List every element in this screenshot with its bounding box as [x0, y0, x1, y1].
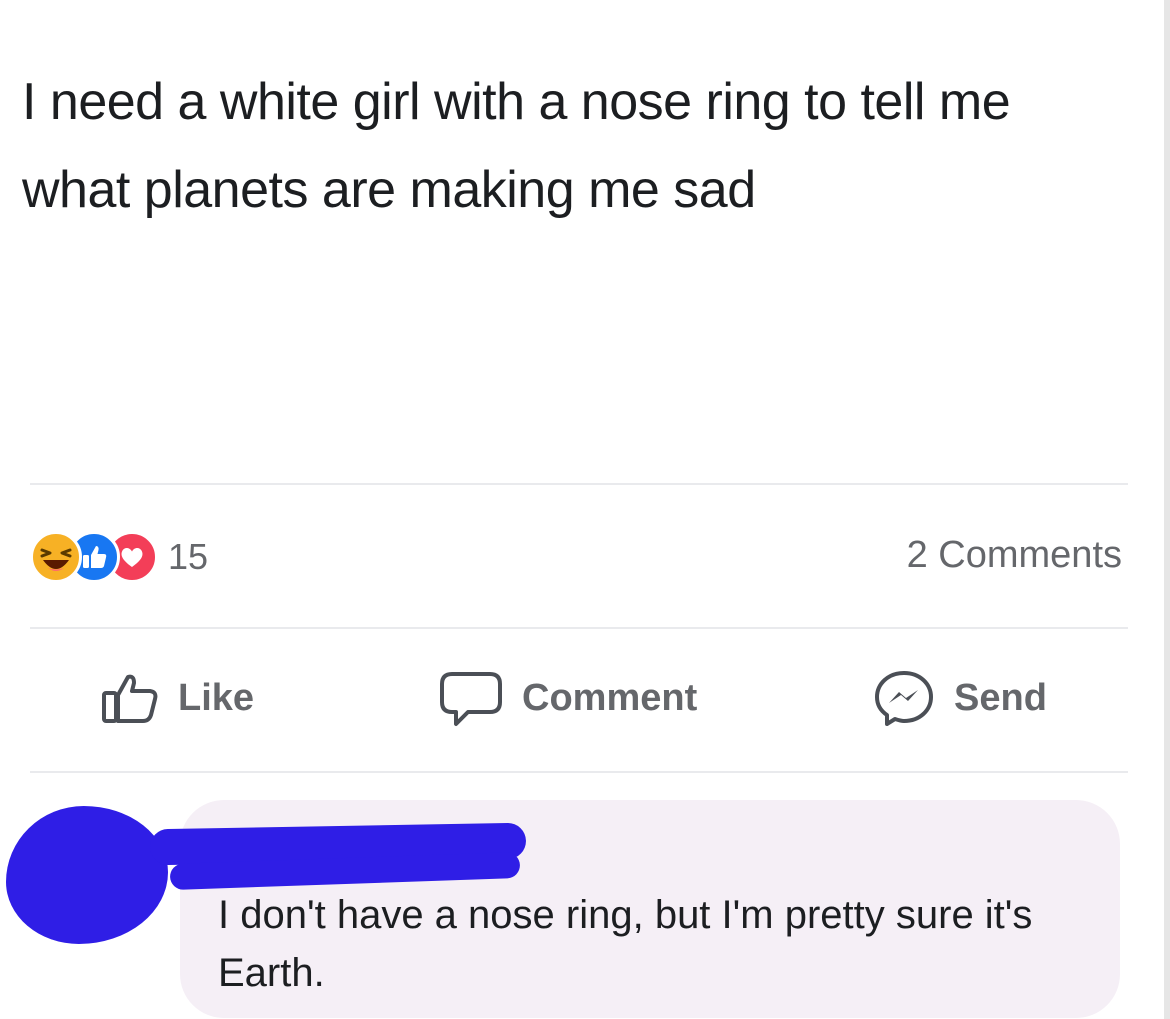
like-button[interactable]: Like — [100, 668, 254, 728]
thumbs-up-icon — [100, 671, 160, 725]
divider — [30, 771, 1128, 773]
comment-text: I don't have a nose ring, but I'm pretty… — [218, 893, 1033, 995]
post-text: I need a white girl with a nose ring to … — [22, 73, 1011, 219]
comment-label: Comment — [522, 676, 698, 719]
screen-edge — [1164, 0, 1170, 1019]
comments-count-link[interactable]: 2 Comments — [907, 534, 1122, 577]
redacted-avatar — [6, 806, 168, 944]
divider — [30, 483, 1128, 485]
messenger-icon — [872, 668, 936, 728]
speech-bubble-icon — [438, 668, 504, 728]
like-label: Like — [178, 676, 255, 719]
comment-button[interactable]: Comment — [438, 668, 697, 728]
reactions-summary[interactable]: 15 — [30, 530, 208, 584]
send-label: Send — [954, 676, 1047, 719]
divider — [30, 627, 1128, 629]
reaction-count: 15 — [168, 536, 209, 577]
haha-reaction-icon — [30, 531, 82, 583]
send-button[interactable]: Send — [872, 668, 1047, 728]
